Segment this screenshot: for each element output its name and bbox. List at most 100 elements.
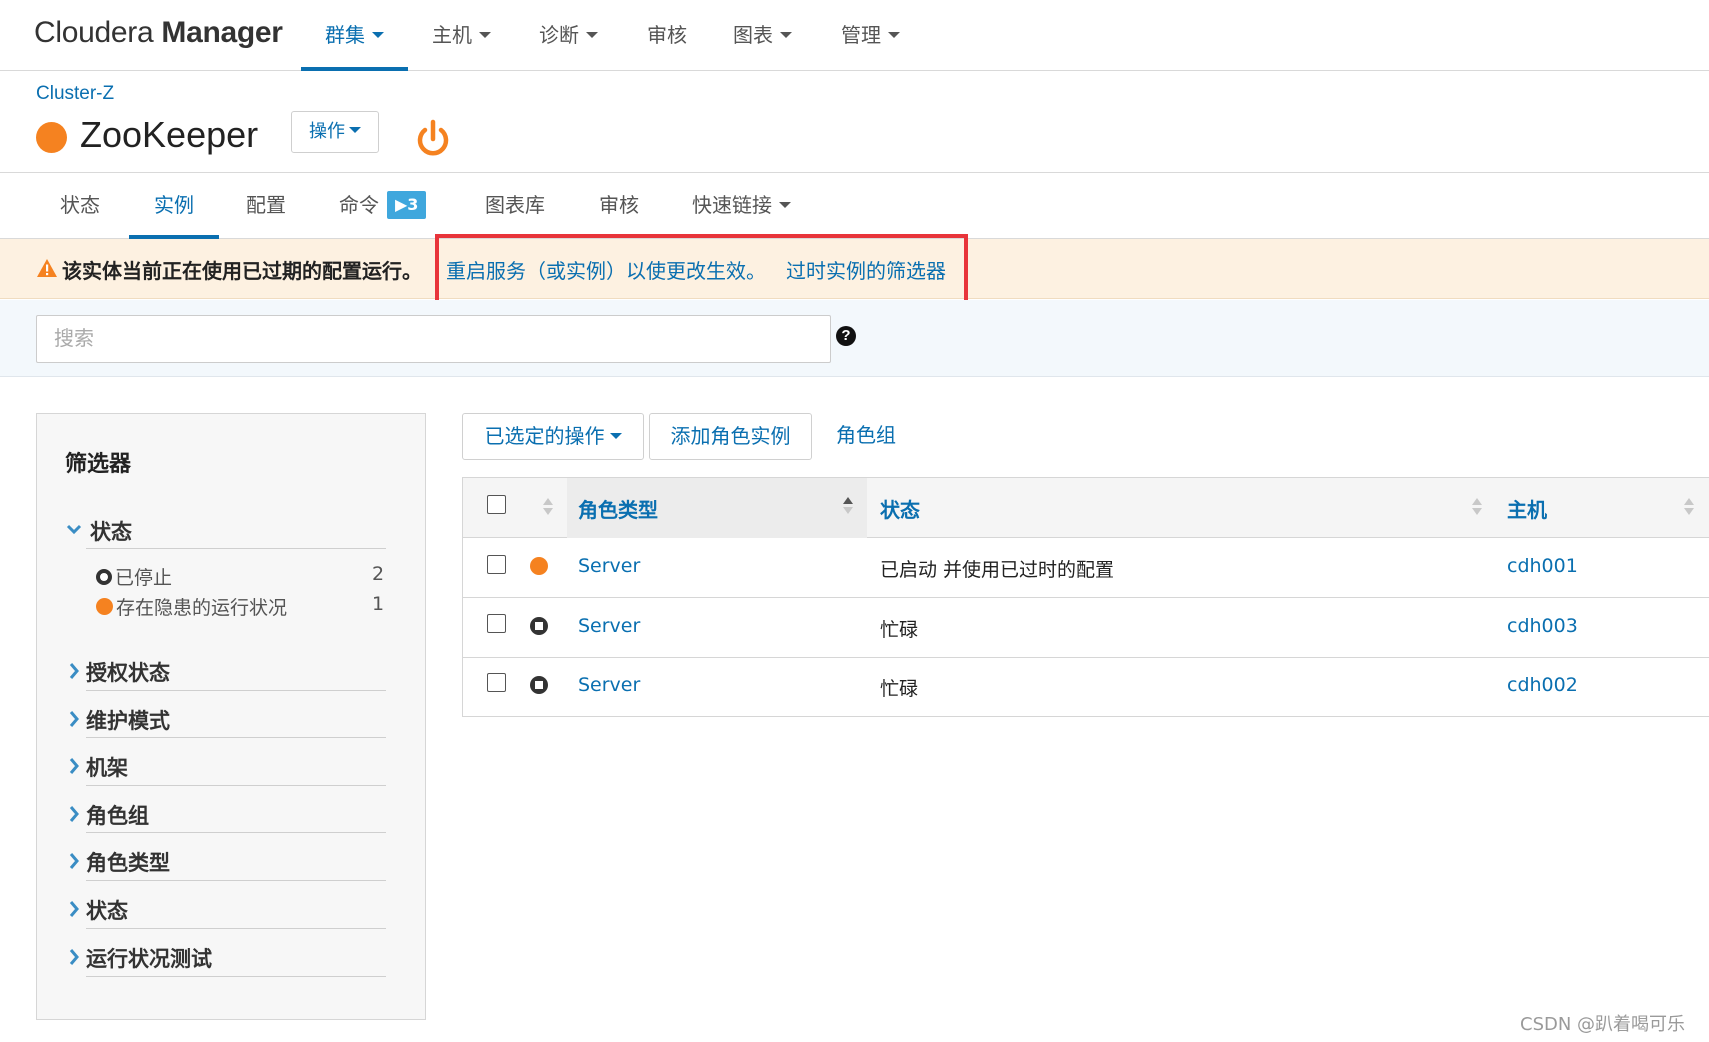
tab-commands[interactable]: 命令 ▶3 (339, 173, 427, 239)
column-header-state[interactable]: 状态 (880, 494, 920, 523)
tab-configuration[interactable]: 配置 (246, 173, 286, 239)
nav-item-diagnostics[interactable]: 诊断 (539, 0, 598, 71)
selected-actions-label: 已选定的操作 (484, 424, 605, 448)
tab-status[interactable]: 状态 (60, 173, 100, 239)
running-commands-badge[interactable]: ▶3 (387, 190, 427, 219)
role-groups-link[interactable]: 角色组 (836, 413, 896, 460)
annotation-highlight-box (435, 234, 968, 305)
caret-down-icon (609, 432, 622, 439)
filter-section-role-group[interactable]: 角色组 (66, 796, 386, 836)
divider (463, 597, 1709, 598)
host-link[interactable]: cdh002 (1507, 674, 1578, 696)
nav-item-audits[interactable]: 审核 (647, 0, 687, 71)
filter-section-label: 状态 (90, 520, 132, 544)
chevron-right-icon (69, 806, 79, 822)
add-role-instance-button[interactable]: 添加角色实例 (649, 413, 812, 460)
tab-label: 配置 (246, 193, 286, 217)
nav-item-label: 主机 (432, 23, 472, 47)
filter-section-status[interactable]: 状态 (66, 512, 386, 552)
actions-label: 操作 (309, 121, 345, 142)
divider (86, 928, 386, 929)
nav-item-label: 群集 (325, 23, 365, 47)
filter-section-health-tests[interactable]: 运行状况测试 (66, 939, 386, 979)
warning-status-dot (96, 598, 113, 615)
nav-item-administration[interactable]: 管理 (841, 0, 900, 71)
role-type-link[interactable]: Server (578, 674, 640, 696)
service-tabs: 状态 实例 配置 命令 ▶3 图表库 审核 快速链接 (0, 172, 1709, 239)
tab-label: 状态 (60, 193, 100, 217)
sort-icon[interactable] (1472, 498, 1482, 516)
sort-icon[interactable] (1684, 498, 1694, 516)
tab-quick-links[interactable]: 快速链接 (692, 173, 791, 239)
chevron-right-icon (69, 949, 79, 965)
nav-item-label: 审核 (647, 23, 687, 47)
breadcrumb-cluster[interactable]: Cluster-Z (36, 83, 114, 105)
role-type-link[interactable]: Server (578, 555, 640, 577)
filter-section-rack[interactable]: 机架 (66, 748, 386, 788)
watermark: CSDN @趴着喝可乐 (1520, 1014, 1686, 1035)
select-all-checkbox[interactable] (487, 495, 506, 514)
nav-item-label: 诊断 (539, 23, 579, 47)
nav-item-charts[interactable]: 图表 (733, 0, 792, 71)
role-state: 忙碌 (880, 619, 919, 641)
filter-section-label: 机架 (86, 756, 128, 780)
column-header-host[interactable]: 主机 (1507, 494, 1547, 523)
row-checkbox[interactable] (487, 555, 506, 574)
nav-item-clusters[interactable]: 群集 (301, 0, 408, 71)
filter-option-stopped[interactable]: 已停止 (96, 563, 172, 590)
nav-item-label: 管理 (841, 23, 881, 47)
row-checkbox[interactable] (487, 614, 506, 633)
warning-status-dot (530, 557, 548, 575)
host-link[interactable]: cdh003 (1507, 615, 1578, 637)
host-link[interactable]: cdh001 (1507, 555, 1578, 577)
filter-section-label: 状态 (86, 899, 128, 923)
filter-section-maintenance-mode[interactable]: 维护模式 (66, 701, 386, 741)
caret-down-icon (888, 31, 900, 38)
divider (86, 737, 386, 738)
brand-logo[interactable]: Cloudera Manager (34, 16, 283, 50)
caret-down-icon (780, 31, 792, 38)
brand-name-part1: Cloudera (34, 16, 162, 49)
filter-option-label: 已停止 (115, 567, 173, 589)
role-state: 已启动 并使用已过时的配置 (880, 559, 1115, 581)
filter-section-authorization-status[interactable]: 授权状态 (66, 653, 386, 693)
divider (86, 880, 386, 881)
caret-down-icon (779, 201, 791, 208)
sort-icon[interactable] (543, 498, 553, 516)
selected-actions-dropdown[interactable]: 已选定的操作 (462, 413, 644, 460)
chevron-right-icon (69, 663, 79, 679)
filter-section-label: 角色类型 (86, 851, 170, 875)
search-input[interactable] (36, 315, 831, 363)
tab-instances[interactable]: 实例 (129, 173, 219, 239)
nav-item-hosts[interactable]: 主机 (432, 0, 491, 71)
role-type-link[interactable]: Server (578, 615, 640, 637)
page-title: ZooKeeper (80, 114, 259, 155)
divider (86, 976, 386, 977)
chevron-down-icon (66, 524, 82, 535)
divider (86, 690, 386, 691)
filter-section-role-type[interactable]: 角色类型 (66, 843, 386, 883)
chevron-right-icon (69, 758, 79, 774)
tab-label: 实例 (154, 193, 194, 217)
actions-dropdown-button[interactable]: 操作 (291, 111, 379, 153)
filter-section-label: 维护模式 (86, 709, 170, 733)
tab-audits[interactable]: 审核 (599, 173, 639, 239)
help-question-icon[interactable]: ? (836, 326, 856, 346)
sort-ascending-icon[interactable] (843, 497, 853, 515)
nav-item-label: 图表 (733, 23, 773, 47)
caret-down-icon (349, 127, 361, 133)
filter-section-state[interactable]: 状态 (66, 891, 386, 931)
warning-triangle-icon (37, 259, 57, 277)
filter-option-label: 存在隐患的运行状况 (116, 597, 288, 619)
warning-message: 该实体当前正在使用已过期的配置运行。 (62, 259, 422, 283)
service-status-dot (36, 122, 67, 153)
caret-down-icon (586, 31, 598, 38)
filter-option-concerning-health[interactable]: 存在隐患的运行状况 (96, 593, 287, 620)
power-icon[interactable] (413, 119, 453, 159)
tab-label: 图表库 (485, 193, 545, 217)
tab-chart-library[interactable]: 图表库 (485, 173, 545, 239)
role-state: 忙碌 (880, 678, 919, 700)
row-checkbox[interactable] (487, 673, 506, 692)
column-header-role-type[interactable]: 角色类型 (578, 494, 658, 523)
chevron-right-icon (69, 711, 79, 727)
